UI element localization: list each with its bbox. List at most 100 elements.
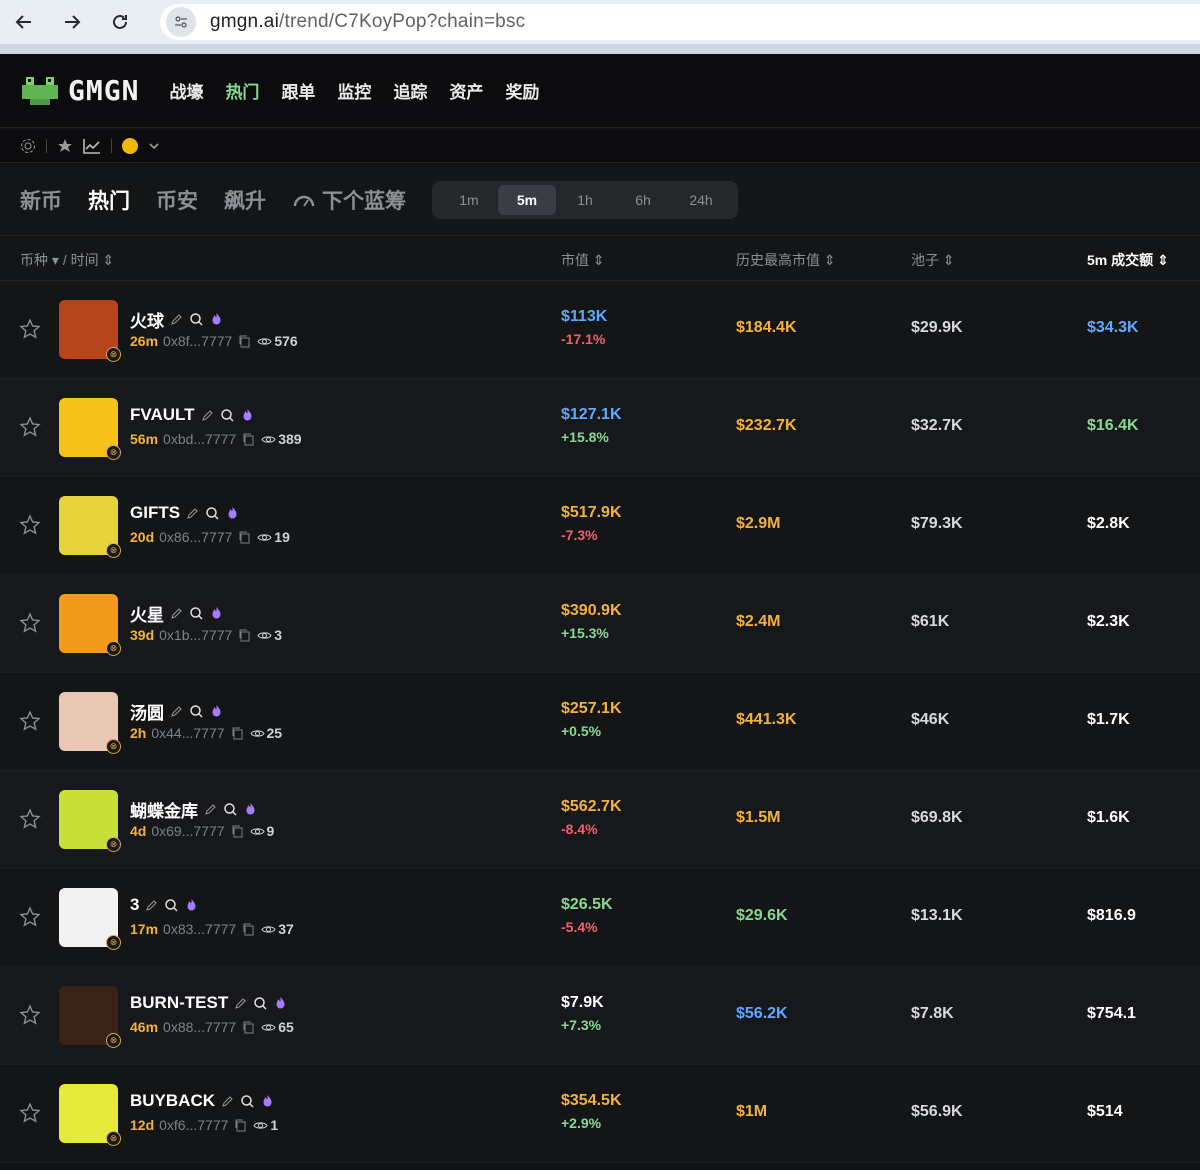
flame-icon (228, 506, 237, 518)
chart-icon[interactable] (83, 138, 101, 154)
edit-icon[interactable] (144, 898, 159, 913)
nav-item-track[interactable]: 追踪 (393, 78, 427, 103)
watch-count: 576 (257, 333, 298, 349)
chevron-down-icon[interactable] (148, 141, 160, 151)
price-change: +7.3% (561, 1017, 602, 1033)
pool-liquidity: $61K (911, 613, 950, 630)
token-name[interactable]: GIFTS (130, 503, 180, 523)
token-name[interactable]: 火星 (130, 601, 164, 626)
star-icon[interactable] (57, 138, 73, 154)
edit-icon[interactable] (200, 408, 215, 423)
chain-badge-icon: ⊗ (106, 739, 121, 754)
back-button[interactable] (0, 0, 48, 44)
token-name[interactable]: BURN-TEST (130, 993, 228, 1013)
favorite-star-icon[interactable] (19, 906, 41, 928)
copy-icon[interactable] (237, 530, 252, 545)
search-icon[interactable] (205, 506, 220, 521)
search-icon[interactable] (189, 704, 204, 719)
search-icon[interactable] (240, 1094, 255, 1109)
forward-button[interactable] (48, 0, 96, 44)
copy-icon[interactable] (230, 824, 245, 839)
token-age: 20d (130, 529, 155, 545)
table-row[interactable]: ⊗ 汤圆 2h 0x44...7777 25 $257.1K +0.5% $44… (0, 673, 1200, 771)
favorite-star-icon[interactable] (19, 808, 41, 830)
edit-icon[interactable] (169, 606, 184, 621)
column-volume-header[interactable]: 5m 成交额 ⇕ (1087, 250, 1169, 270)
token-name[interactable]: FVAULT (130, 405, 195, 425)
table-row[interactable]: ⊗ GIFTS 20d 0x86...7777 19 $517.9K -7.3%… (0, 477, 1200, 575)
copy-icon[interactable] (233, 1118, 248, 1133)
search-icon[interactable] (223, 802, 238, 817)
search-icon[interactable] (189, 606, 204, 621)
favorite-star-icon[interactable] (19, 1102, 41, 1124)
favorite-star-icon[interactable] (19, 416, 41, 438)
nav-item-rewards[interactable]: 奖励 (505, 78, 539, 103)
token-name[interactable]: 3 (130, 895, 139, 915)
timeframe-24h[interactable]: 24h (672, 185, 730, 215)
timeframe-1h[interactable]: 1h (556, 185, 614, 215)
timeframe-5m[interactable]: 5m (498, 184, 556, 215)
edit-icon[interactable] (203, 802, 218, 817)
column-marketcap-label: 市值 (561, 252, 589, 268)
edit-icon[interactable] (169, 312, 184, 327)
copy-icon[interactable] (241, 922, 256, 937)
bnb-chain-icon[interactable] (122, 137, 138, 154)
nav-item-trending[interactable]: 热门 (225, 78, 259, 103)
nav-item-monitor[interactable]: 监控 (337, 78, 371, 103)
gear-icon[interactable] (20, 138, 36, 154)
tab-surge[interactable]: 飙升 (224, 185, 266, 215)
favorite-star-icon[interactable] (19, 1004, 41, 1026)
search-icon[interactable] (189, 312, 204, 327)
timeframe-6h[interactable]: 6h (614, 185, 672, 215)
favorite-star-icon[interactable] (19, 612, 41, 634)
copy-icon[interactable] (237, 334, 252, 349)
tab-binance[interactable]: 币安 (156, 185, 198, 215)
nav-item-trenches[interactable]: 战壕 (169, 78, 203, 103)
table-row[interactable]: ⊗ 蝴蝶金库 4d 0x69...7777 9 $562.7K -8.4% $1… (0, 771, 1200, 869)
favorite-star-icon[interactable] (19, 318, 41, 340)
table-row[interactable]: ⊗ 火星 39d 0x1b...7777 3 $390.9K +15.3% $2… (0, 575, 1200, 673)
tab-next-bluechip-label: 下个蓝筹 (322, 189, 406, 213)
pool-liquidity: $46K (911, 711, 950, 728)
edit-icon[interactable] (233, 996, 248, 1011)
token-name[interactable]: BUYBACK (130, 1091, 215, 1111)
token-name-line: 火球 (130, 307, 224, 332)
favorite-star-icon[interactable] (19, 514, 41, 536)
timeframe-1m[interactable]: 1m (440, 185, 498, 215)
site-info-icon[interactable] (166, 7, 196, 37)
copy-icon[interactable] (241, 1020, 256, 1035)
table-row[interactable]: ⊗ FVAULT 56m 0xbd...7777 389 $127.1K +15… (0, 379, 1200, 477)
search-icon[interactable] (220, 408, 235, 423)
token-name[interactable]: 火球 (130, 307, 164, 332)
ath-market-cap: $2.9M (736, 515, 781, 532)
edit-icon[interactable] (185, 506, 200, 521)
reload-button[interactable] (96, 0, 144, 44)
table-row[interactable]: ⊗ BURN-TEST 46m 0x88...7777 65 $7.9K +7.… (0, 967, 1200, 1065)
copy-icon[interactable] (241, 432, 256, 447)
search-icon[interactable] (164, 898, 179, 913)
token-name[interactable]: 汤圆 (130, 699, 164, 724)
edit-icon[interactable] (169, 704, 184, 719)
tab-new[interactable]: 新币 (20, 185, 62, 215)
token-name[interactable]: 蝴蝶金库 (130, 797, 198, 822)
copy-icon[interactable] (230, 726, 245, 741)
column-coin-header[interactable]: 币种 ▾ / 时间 ⇕ (20, 250, 114, 270)
tab-trending[interactable]: 热门 (88, 185, 130, 215)
column-ath-header[interactable]: 历史最高市值 ⇕ (736, 250, 836, 270)
edit-icon[interactable] (220, 1094, 235, 1109)
logo[interactable]: GMGN (20, 73, 139, 109)
search-icon[interactable] (253, 996, 268, 1011)
tab-next-bluechip[interactable]: 下个蓝筹 (292, 185, 406, 215)
table-row[interactable]: ⊗ 3 17m 0x83...7777 37 $26.5K -5.4% $29.… (0, 869, 1200, 967)
table-row[interactable]: ⊗ BUYBACK 12d 0xf6...7777 1 $354.5K +2.9… (0, 1065, 1200, 1163)
nav-item-copytrade[interactable]: 跟单 (281, 78, 315, 103)
market-cap: $517.9K (561, 504, 622, 521)
table-row[interactable]: ⊗ 火球 26m 0x8f...7777 576 $113K -17.1% $1… (0, 281, 1200, 379)
column-volume-label: 5m 成交额 (1087, 252, 1154, 268)
column-marketcap-header[interactable]: 市值 ⇕ (561, 250, 605, 270)
favorite-star-icon[interactable] (19, 710, 41, 732)
column-pool-header[interactable]: 池子 ⇕ (911, 250, 955, 270)
copy-icon[interactable] (237, 628, 252, 643)
address-bar[interactable]: gmgn.ai/trend/C7KoyPop?chain=bsc (160, 4, 1200, 40)
nav-item-assets[interactable]: 资产 (449, 78, 483, 103)
